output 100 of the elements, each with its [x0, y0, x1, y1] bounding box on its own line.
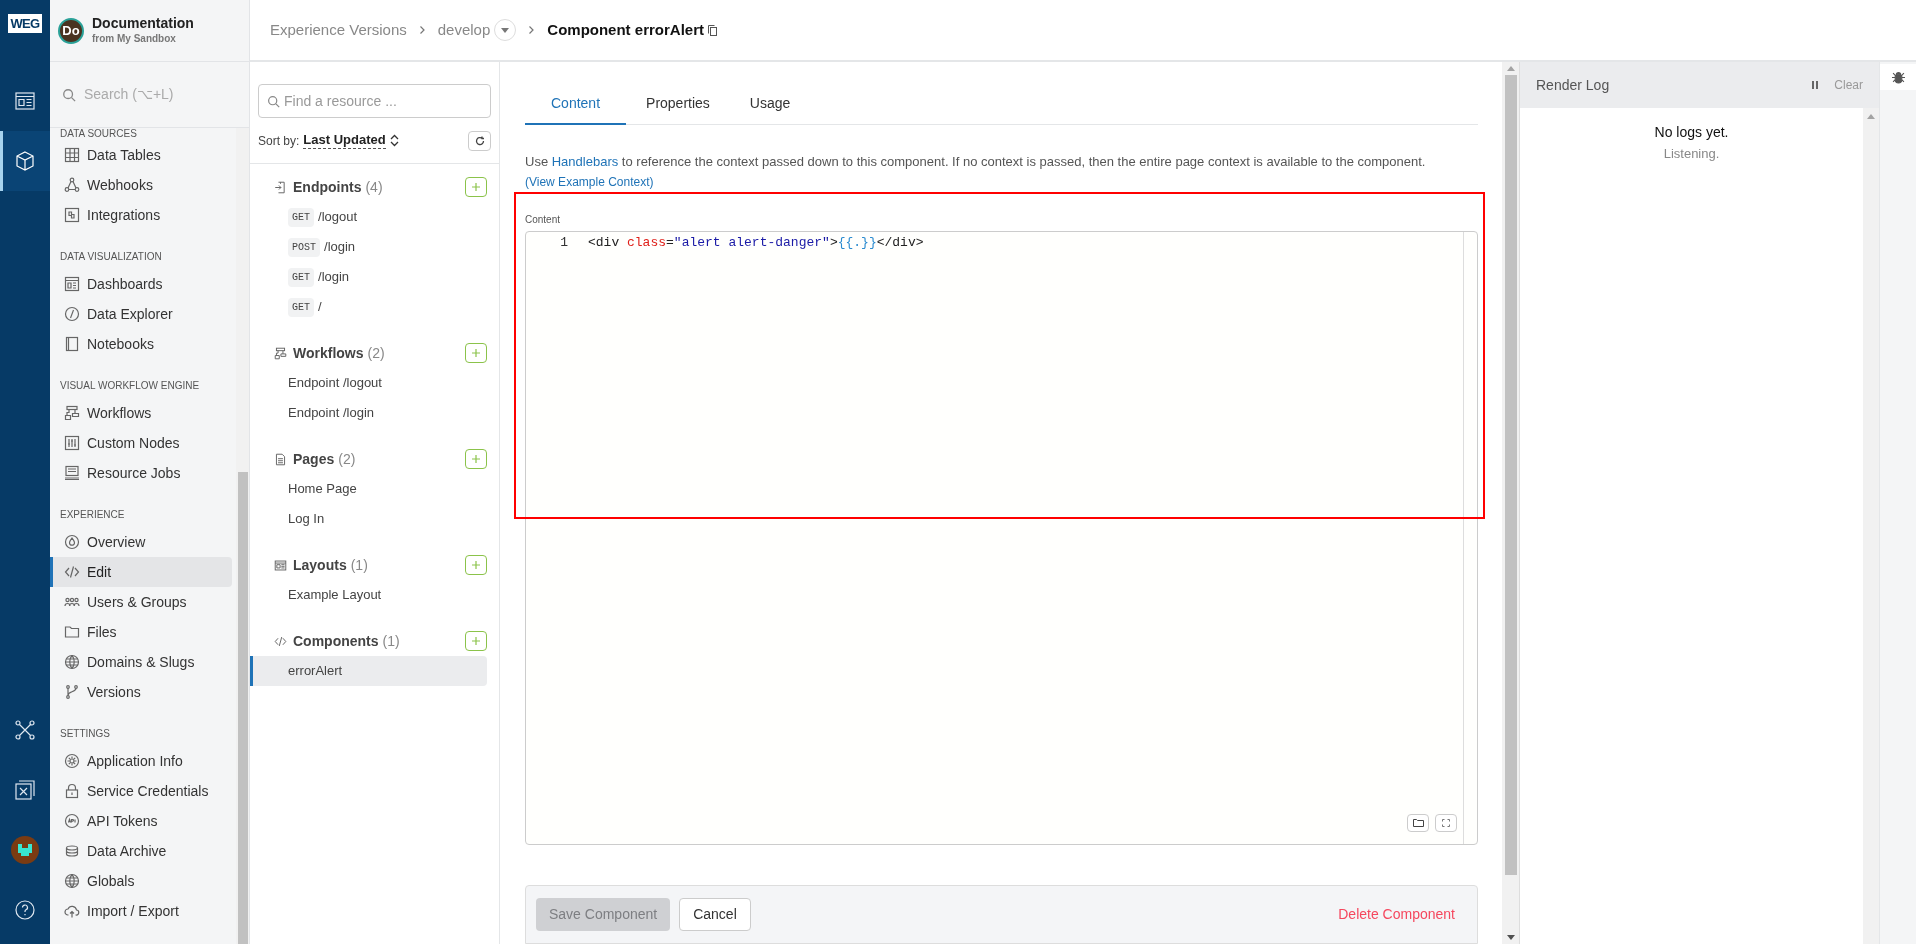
- resource-item[interactable]: Endpoint /login: [250, 398, 487, 428]
- group-count: (1): [350, 555, 368, 575]
- nav-item[interactable]: Integrations: [50, 200, 232, 230]
- resource-item[interactable]: GET /: [250, 292, 487, 322]
- group-title: Pages: [293, 449, 335, 469]
- webhook-icon: [64, 177, 80, 193]
- logo[interactable]: WEG: [8, 14, 42, 33]
- group-title: Components: [293, 631, 379, 651]
- sort-label: Sort by:: [258, 132, 300, 150]
- method-label: GET: [288, 267, 314, 287]
- refresh-button[interactable]: [468, 130, 491, 151]
- pause-icon[interactable]: [1812, 81, 1819, 89]
- code-icon: [64, 564, 80, 580]
- plus-icon: [472, 183, 480, 191]
- view-example-context-link[interactable]: (View Example Context): [525, 172, 654, 192]
- resource-label: errorAlert: [288, 662, 343, 681]
- copy-icon[interactable]: [708, 24, 717, 36]
- resource-item[interactable]: Endpoint /logout: [250, 368, 487, 398]
- droplet-icon: [64, 534, 80, 550]
- group-count: (4): [365, 177, 383, 197]
- page-icon: [274, 452, 287, 466]
- bug-icon: [1891, 70, 1905, 84]
- resource-item[interactable]: errorAlert: [250, 656, 487, 686]
- tab[interactable]: Properties: [626, 84, 730, 125]
- globe-icon: [64, 654, 80, 670]
- handlebars-link[interactable]: Handlebars: [551, 154, 619, 169]
- folder-button[interactable]: [1407, 813, 1429, 832]
- nav-item[interactable]: Import / Export: [50, 896, 232, 926]
- code-editor[interactable]: 1 <div class="alert alert-danger">{{.}}</div>: [525, 231, 1478, 845]
- tab[interactable]: Content: [525, 84, 627, 125]
- fullscreen-icon: [1442, 818, 1450, 827]
- fullscreen-button[interactable]: [1435, 813, 1457, 832]
- nav-item[interactable]: Edit: [50, 557, 232, 587]
- resource-item[interactable]: Example Layout: [250, 580, 487, 610]
- resource-label: /: [318, 298, 322, 317]
- nav-item[interactable]: Domains & Slugs: [50, 647, 232, 677]
- token-icon: [64, 813, 80, 829]
- resource-search-field[interactable]: Find a resource ...: [258, 84, 491, 118]
- scroll-up-icon: [1506, 66, 1515, 71]
- workflow-icon: [274, 346, 287, 360]
- nav-item[interactable]: Notebooks: [50, 329, 232, 359]
- nav-item[interactable]: Data Explorer: [50, 299, 232, 329]
- scrollbar[interactable]: [236, 128, 249, 944]
- endpoint-icon: [274, 180, 287, 194]
- search-icon: [62, 86, 76, 103]
- search-field[interactable]: Search (⌥+L): [84, 84, 237, 105]
- nav-item[interactable]: Application Info: [50, 746, 232, 776]
- diagram-icon: [14, 779, 36, 801]
- cloud-upload-icon: [64, 903, 80, 919]
- nav-item[interactable]: Webhooks: [50, 170, 232, 200]
- resource-label: Log In: [288, 510, 325, 529]
- nav-item[interactable]: Globals: [50, 866, 232, 896]
- database-icon: [64, 843, 80, 859]
- nav-item[interactable]: Overview: [50, 527, 232, 557]
- nav-item[interactable]: Files: [50, 617, 232, 647]
- nav-item[interactable]: Data Tables: [50, 140, 232, 170]
- section-heading: SETTINGS: [59, 728, 111, 740]
- nav-item[interactable]: Custom Nodes: [50, 428, 232, 458]
- sort-caret-icon: [389, 134, 399, 147]
- nav-item[interactable]: Dashboards: [50, 269, 232, 299]
- resource-label: /login: [324, 238, 356, 257]
- nav-item[interactable]: Data Archive: [50, 836, 232, 866]
- scrollbar[interactable]: [1863, 108, 1879, 944]
- cancel-button[interactable]: Cancel: [679, 897, 751, 931]
- tab[interactable]: Usage: [729, 84, 811, 125]
- breadcrumb-link[interactable]: develop: [437, 18, 491, 42]
- resource-item[interactable]: Log In: [250, 504, 487, 534]
- section-heading: DATA VISUALIZATION: [59, 251, 163, 263]
- resource-item[interactable]: GET /login: [250, 262, 487, 292]
- nav-item[interactable]: Versions: [50, 677, 232, 707]
- resource-label: Example Layout: [288, 586, 382, 605]
- cube-icon: [14, 150, 36, 172]
- listening-status: Listening.: [1663, 145, 1720, 163]
- resource-item[interactable]: POST /login: [250, 232, 487, 262]
- empty-log-message: No logs yet.: [1654, 123, 1729, 142]
- scroll-up-icon: [1867, 114, 1875, 119]
- section-heading: DATA SOURCES: [59, 128, 138, 140]
- dashboard-icon: [64, 276, 80, 292]
- debug-tab[interactable]: [1880, 64, 1916, 90]
- scrollbar[interactable]: [1502, 62, 1520, 944]
- sort-dropdown[interactable]: Last Updated: [303, 132, 386, 149]
- resource-item[interactable]: Home Page: [250, 474, 487, 504]
- nav-item[interactable]: Service Credentials: [50, 776, 232, 806]
- group-count: (1): [382, 631, 400, 651]
- method-label: GET: [288, 297, 314, 317]
- compass-icon: [64, 306, 80, 322]
- app-title: Documentation: [92, 15, 194, 31]
- nav-item[interactable]: API Tokens: [50, 806, 232, 836]
- chevron-icon: [418, 25, 426, 35]
- page-title: Component errorAlert: [547, 19, 704, 40]
- app-avatar: Do: [58, 17, 84, 44]
- nav-item[interactable]: Workflows: [50, 398, 232, 428]
- method-label: GET: [288, 207, 314, 227]
- nav-item[interactable]: Users & Groups: [50, 587, 232, 617]
- resource-item[interactable]: GET /logout: [250, 202, 487, 232]
- plus-icon: [472, 349, 480, 357]
- nav-item[interactable]: Resource Jobs: [50, 458, 232, 488]
- group-title: Layouts: [293, 555, 347, 575]
- breadcrumb-link[interactable]: Experience Versions: [270, 18, 407, 42]
- group-title: Workflows: [293, 343, 364, 363]
